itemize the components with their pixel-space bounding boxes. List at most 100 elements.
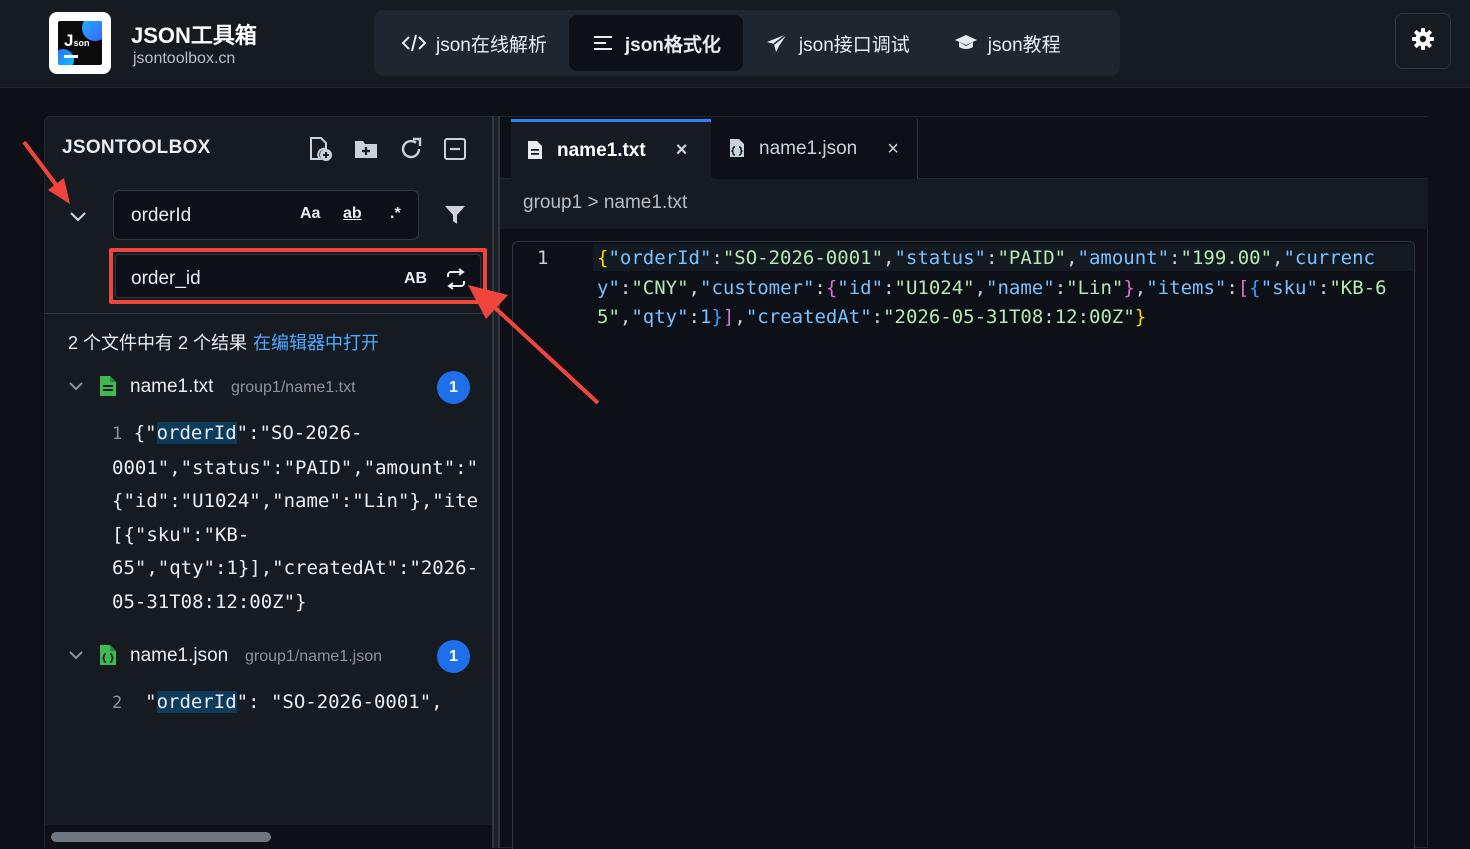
results-count-text: 2 个文件中有 2 个结果 bbox=[68, 333, 248, 353]
code-token: } bbox=[711, 306, 723, 328]
code-token: "U1024" bbox=[894, 276, 975, 299]
chevron-down-icon[interactable] bbox=[67, 377, 85, 395]
code-token: [ bbox=[1237, 276, 1250, 299]
code-token: "Lin" bbox=[1066, 276, 1124, 299]
code-token: "customer" bbox=[700, 276, 815, 299]
align-left-icon bbox=[591, 33, 615, 53]
panel-title: JSONTOOLBOX bbox=[62, 137, 211, 158]
nav-json-format[interactable]: json格式化 bbox=[568, 15, 743, 71]
match-text: " bbox=[145, 691, 157, 713]
code-token: : bbox=[1054, 276, 1067, 299]
editor-tabs: name1.txt × name1.json × bbox=[500, 117, 1428, 179]
code-token: { bbox=[1249, 276, 1261, 299]
code-token: , bbox=[1134, 276, 1147, 299]
nav-label: json在线解析 bbox=[436, 34, 547, 56]
code-token: "orderId" bbox=[608, 247, 712, 269]
code-token: "qty" bbox=[631, 306, 689, 328]
collapse-all-icon[interactable] bbox=[441, 135, 469, 163]
graduation-cap-icon bbox=[954, 33, 978, 53]
nav-json-tutorial[interactable]: json教程 bbox=[932, 15, 1083, 71]
chevron-down-icon[interactable] bbox=[67, 646, 85, 664]
code-token: : bbox=[711, 247, 723, 269]
match-highlight: orderId bbox=[156, 691, 237, 713]
match-text: {"id":"U1024","name":"Lin"},"ite bbox=[112, 490, 479, 513]
tab-label: name1.txt bbox=[557, 139, 646, 161]
scrollbar-thumb[interactable] bbox=[51, 832, 271, 842]
code-token: : bbox=[1169, 247, 1181, 269]
new-file-icon[interactable] bbox=[307, 135, 335, 163]
code-token: , bbox=[883, 247, 895, 269]
code-token: : bbox=[1317, 276, 1330, 299]
whole-word-toggle[interactable]: ab bbox=[343, 205, 362, 223]
code-token: "2026-05-31T08:12:00Z" bbox=[883, 306, 1135, 328]
code-token: , bbox=[1066, 247, 1078, 269]
main-nav: json在线解析 json格式化 json接口调试 json教程 bbox=[374, 10, 1120, 76]
close-icon[interactable]: × bbox=[887, 138, 899, 161]
horizontal-scrollbar[interactable] bbox=[45, 825, 493, 849]
nav-label: json格式化 bbox=[624, 34, 721, 56]
result-file-name: name1.txt bbox=[130, 376, 214, 397]
breadcrumb-folder[interactable]: group1 bbox=[523, 192, 582, 213]
code-editor[interactable]: 1 {"orderId":"SO-2026-0001","status":"PA… bbox=[512, 241, 1415, 849]
nav-json-parse[interactable]: json在线解析 bbox=[380, 15, 569, 71]
tab-name1-json[interactable]: name1.json × bbox=[713, 119, 918, 179]
filter-icon[interactable] bbox=[443, 204, 467, 226]
refresh-icon[interactable] bbox=[397, 135, 425, 163]
settings-button[interactable] bbox=[1395, 13, 1451, 69]
code-token: "createdAt" bbox=[745, 306, 872, 328]
match-text: 0001","status":"PAID","amount":" bbox=[112, 456, 479, 479]
nav-json-api-debug[interactable]: json接口调试 bbox=[743, 15, 932, 71]
replace-input-highlight: order_id AB bbox=[109, 248, 487, 304]
new-folder-icon[interactable] bbox=[352, 135, 380, 163]
code-token: , bbox=[734, 306, 746, 328]
json-file-icon bbox=[99, 644, 117, 666]
text-file-icon bbox=[527, 140, 545, 162]
logo[interactable]: Json bbox=[49, 12, 111, 74]
open-in-editor-link[interactable]: 在编辑器中打开 bbox=[253, 333, 379, 353]
match-count-badge: 1 bbox=[437, 640, 470, 673]
close-icon[interactable]: × bbox=[676, 139, 688, 162]
code-token: : bbox=[814, 276, 826, 299]
app-header: Json JSON工具箱 jsontoolbox.cn json在线解析 jso… bbox=[0, 0, 1470, 88]
code-token: , bbox=[1272, 247, 1284, 269]
editor-area: name1.txt × name1.json × group1 > name1.… bbox=[500, 116, 1428, 849]
brand-title: JSON工具箱 bbox=[131, 23, 257, 48]
result-file-row[interactable]: name1.json group1/name1.json 1 bbox=[45, 636, 493, 676]
preserve-case-toggle[interactable]: AB bbox=[404, 270, 427, 288]
result-file-path: group1/name1.json bbox=[245, 648, 382, 665]
code-content[interactable]: {"orderId":"SO-2026-0001","status":"PAID… bbox=[597, 244, 1397, 333]
code-token: : bbox=[871, 306, 884, 328]
tab-name1-txt[interactable]: name1.txt × bbox=[511, 119, 711, 179]
code-token: } bbox=[1123, 276, 1135, 299]
code-token: } bbox=[1134, 306, 1147, 328]
result-file-row[interactable]: name1.txt group1/name1.txt 1 bbox=[45, 367, 493, 407]
gear-icon bbox=[1411, 27, 1435, 56]
search-panel: JSONTOOLBOX orderId Aa ab .* order_id AB… bbox=[44, 116, 493, 849]
match-preview[interactable]: 2 "orderId": "SO-2026-0001", bbox=[112, 686, 443, 721]
regex-toggle[interactable]: .* bbox=[390, 205, 401, 223]
code-token: , bbox=[619, 306, 632, 328]
breadcrumb-file[interactable]: name1.txt bbox=[604, 192, 687, 213]
code-token: , bbox=[974, 276, 987, 299]
match-case-toggle[interactable]: Aa bbox=[300, 205, 320, 223]
brand-subtitle: jsontoolbox.cn bbox=[133, 50, 236, 67]
annotation-arrow-icon bbox=[468, 285, 600, 405]
panel-splitter[interactable] bbox=[492, 116, 500, 848]
nav-label: json教程 bbox=[987, 34, 1061, 56]
match-highlight: orderId bbox=[156, 422, 237, 444]
tab-label: name1.json bbox=[759, 138, 858, 159]
match-text: [{"sku":"KB- bbox=[112, 523, 250, 546]
search-input[interactable]: orderId Aa ab .* bbox=[113, 190, 419, 240]
toggle-replace-chevron-icon[interactable] bbox=[67, 205, 89, 227]
replace-input[interactable]: order_id AB bbox=[115, 254, 481, 298]
code-token: "status" bbox=[894, 247, 986, 269]
breadcrumb-bar: group1 > name1.txt bbox=[500, 179, 1428, 229]
match-line-number: 2 bbox=[112, 693, 123, 713]
match-preview[interactable]: 1 {"orderId":"SO-2026- 0001","status":"P… bbox=[112, 417, 478, 620]
code-token: : bbox=[688, 306, 700, 328]
code-icon bbox=[402, 33, 426, 53]
match-text: 65","qty":1}],"createdAt":"2026- bbox=[112, 557, 479, 580]
annotation-arrow-icon bbox=[22, 140, 70, 204]
replace-input-value: order_id bbox=[131, 268, 201, 289]
match-text: ":"SO-2026- bbox=[236, 422, 363, 444]
